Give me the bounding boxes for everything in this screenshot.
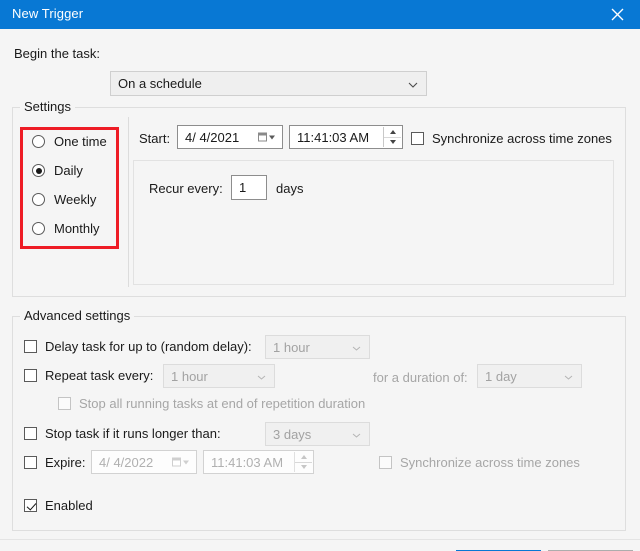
recur-every-label: Recur every: — [149, 181, 223, 196]
radio-daily-label: Daily — [54, 163, 83, 178]
radio-circle-selected-icon — [32, 164, 45, 177]
radio-one-time-label: One time — [54, 134, 107, 149]
radio-monthly[interactable]: Monthly — [32, 221, 100, 236]
radio-circle-icon — [32, 193, 45, 206]
radio-circle-icon — [32, 222, 45, 235]
stop-if-longer-value: 3 days — [266, 427, 311, 442]
title-bar: New Trigger — [0, 0, 640, 29]
start-date-value: 4/ 4/2021 — [178, 130, 239, 145]
recur-every-input[interactable]: 1 — [231, 175, 267, 200]
repeat-task-combo[interactable]: 1 hour — [163, 364, 275, 388]
recurrence-panel — [133, 160, 614, 285]
checkbox-icon — [58, 397, 71, 410]
stop-if-longer-label: Stop task if it runs longer than: — [45, 426, 221, 441]
enabled-label: Enabled — [45, 498, 93, 513]
start-time-field[interactable]: 11:41:03 AM — [289, 125, 403, 149]
stop-all-running-label: Stop all running tasks at end of repetit… — [79, 396, 365, 411]
delay-task-label: Delay task for up to (random delay): — [45, 339, 252, 354]
checkbox-icon — [24, 340, 37, 353]
duration-combo[interactable]: 1 day — [477, 364, 582, 388]
duration-value: 1 day — [478, 369, 517, 384]
chevron-down-icon — [352, 338, 361, 356]
radio-monthly-label: Monthly — [54, 221, 100, 236]
repeat-task-checkbox[interactable]: Repeat task every: — [24, 368, 153, 383]
new-trigger-dialog: New Trigger Begin the task: On a schedul… — [0, 0, 640, 551]
checkbox-icon — [24, 427, 37, 440]
radio-weekly-label: Weekly — [54, 192, 96, 207]
radio-one-time[interactable]: One time — [32, 134, 107, 149]
close-icon — [611, 8, 624, 21]
start-time-value: 11:41:03 AM — [290, 130, 369, 145]
stop-if-longer-combo[interactable]: 3 days — [265, 422, 370, 446]
footer-divider — [0, 539, 640, 540]
radio-circle-icon — [32, 135, 45, 148]
expire-time-field[interactable]: 11:41:03 AM — [203, 450, 314, 474]
dialog-body: Begin the task: On a schedule Settings O… — [0, 29, 640, 551]
expire-label: Expire: — [45, 455, 85, 470]
start-label: Start: — [139, 131, 170, 146]
delay-task-value: 1 hour — [266, 340, 310, 355]
recur-unit-label: days — [276, 181, 303, 196]
enabled-checkbox[interactable]: Enabled — [24, 498, 93, 513]
delay-task-checkbox[interactable]: Delay task for up to (random delay): — [24, 339, 252, 354]
expire-date-value: 4/ 4/2022 — [92, 455, 153, 470]
advanced-group-label: Advanced settings — [20, 308, 134, 323]
start-date-field[interactable]: 4/ 4/2021 — [177, 125, 283, 149]
sync-timezones-label: Synchronize across time zones — [432, 131, 612, 146]
expire-time-value: 11:41:03 AM — [204, 455, 283, 470]
close-button[interactable] — [595, 0, 640, 29]
expire-date-field[interactable]: 4/ 4/2022 — [91, 450, 197, 474]
begin-task-label: Begin the task: — [14, 46, 100, 61]
stop-if-longer-checkbox[interactable]: Stop task if it runs longer than: — [24, 426, 221, 441]
delay-task-combo[interactable]: 1 hour — [265, 335, 370, 359]
duration-label: for a duration of: — [373, 370, 468, 385]
stop-all-running-checkbox[interactable]: Stop all running tasks at end of repetit… — [58, 396, 365, 411]
checkbox-icon — [24, 456, 37, 469]
radio-weekly[interactable]: Weekly — [32, 192, 96, 207]
window-title: New Trigger — [12, 6, 83, 21]
checkbox-icon — [411, 132, 424, 145]
begin-task-value: On a schedule — [111, 76, 202, 91]
chevron-down-icon — [408, 75, 418, 93]
radio-daily[interactable]: Daily — [32, 163, 83, 178]
sync-timezones-checkbox[interactable]: Synchronize across time zones — [411, 131, 612, 146]
chevron-down-icon — [257, 367, 266, 385]
expire-sync-timezones-checkbox[interactable]: Synchronize across time zones — [379, 455, 580, 470]
begin-task-combo[interactable]: On a schedule — [110, 71, 427, 96]
checkbox-icon — [24, 369, 37, 382]
spinner-updown-icon[interactable] — [294, 452, 312, 472]
repeat-task-value: 1 hour — [164, 369, 208, 384]
checkbox-icon — [379, 456, 392, 469]
repeat-task-label: Repeat task every: — [45, 368, 153, 383]
calendar-dropdown-icon[interactable] — [172, 458, 189, 467]
chevron-down-icon — [564, 367, 573, 385]
spinner-updown-icon[interactable] — [383, 127, 401, 147]
calendar-dropdown-icon[interactable] — [258, 133, 275, 142]
recur-every-value: 1 — [232, 180, 246, 195]
expire-sync-timezones-label: Synchronize across time zones — [400, 455, 580, 470]
chevron-down-icon — [352, 425, 361, 443]
expire-checkbox[interactable]: Expire: — [24, 455, 85, 470]
settings-group-label: Settings — [20, 99, 75, 114]
settings-vertical-divider — [128, 117, 129, 287]
checkbox-checked-icon — [24, 499, 37, 512]
